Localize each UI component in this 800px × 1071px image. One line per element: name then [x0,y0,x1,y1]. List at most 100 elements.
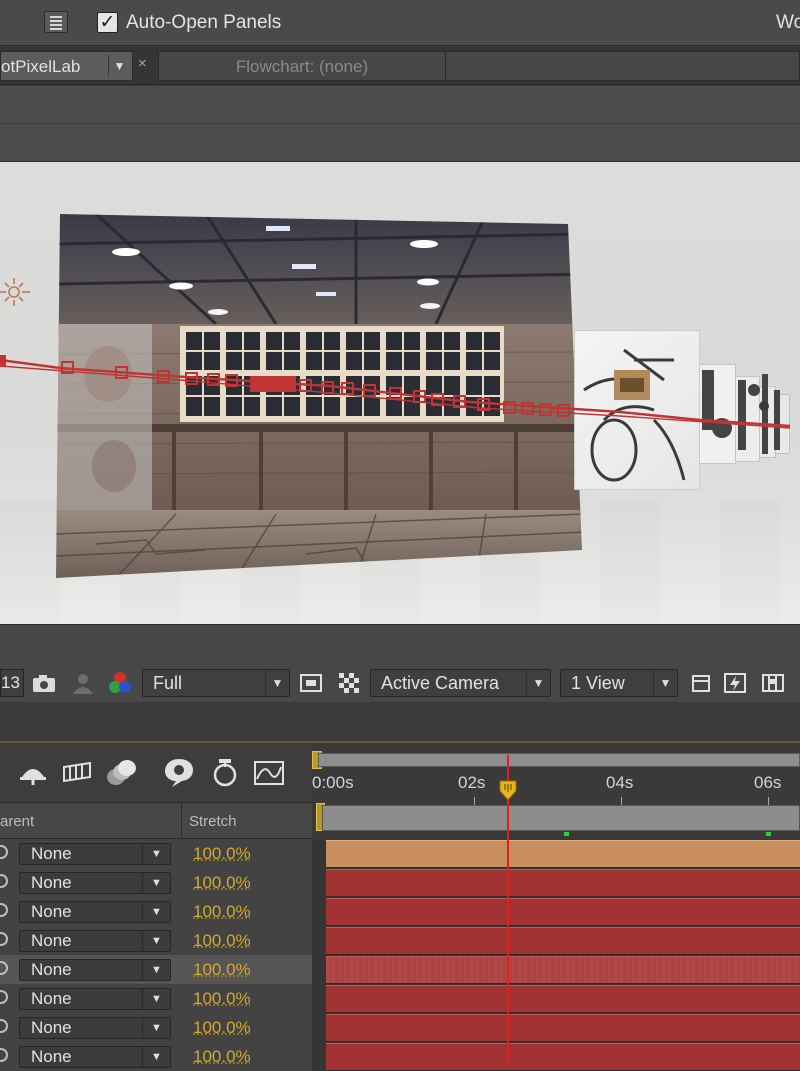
timeline-toggle-icon[interactable] [760,670,786,696]
pick-whip-icon[interactable] [0,874,8,888]
chevron-down-icon: ▼ [142,931,170,951]
chevron-down-icon: ▼ [142,1018,170,1038]
timeline-panel: arent Stretch 0:00s 02s 04s 06s None ▼ 10… [0,745,800,1066]
parent-dropdown[interactable]: None ▼ [19,988,171,1010]
channel-color-icon[interactable] [107,670,133,696]
top-toolbar: ✓ Auto-Open Panels Wo [0,0,800,46]
camera-snapshot-icon[interactable] [31,670,57,696]
layer-row[interactable]: None ▼ 100.0% [0,868,800,897]
show-snapshot-icon[interactable] [70,670,96,696]
row-gap [312,1042,326,1071]
stretch-value[interactable]: 100.0% [193,844,251,864]
pick-whip-icon[interactable] [0,990,8,1004]
auto-open-panels-label[interactable]: Auto-Open Panels [126,12,281,34]
ruler-label: 04s [606,773,633,793]
cache-marker [766,832,771,836]
tab-composition[interactable]: otPixelLab ▼ [0,51,133,81]
work-area-bar[interactable] [318,753,800,767]
camera-view-label: Active Camera [381,673,499,693]
parent-dropdown[interactable]: None ▼ [19,1046,171,1068]
parent-value: None [31,960,72,979]
layer-duration-bar[interactable] [326,956,800,983]
layer-list: None ▼ 100.0% None ▼ 100.0% None ▼ 100.0% [0,839,800,1066]
stretch-value[interactable]: 100.0% [193,1018,251,1038]
chevron-down-icon: ▼ [265,670,289,696]
stretch-value[interactable]: 100.0% [193,960,251,980]
time-ruler[interactable]: 0:00s 02s 04s 06s [312,745,800,839]
brainstorm-icon[interactable] [162,757,196,789]
parent-dropdown[interactable]: None ▼ [19,1017,171,1039]
pick-whip-icon[interactable] [0,845,8,859]
chevron-down-icon[interactable]: ▼ [108,55,130,77]
stretch-value[interactable]: 100.0% [193,1047,251,1067]
layer-duration-bar[interactable] [326,869,800,896]
layer-duration-bar[interactable] [326,1014,800,1041]
layer-row-selected[interactable]: None ▼ 100.0% [0,955,800,984]
parent-dropdown[interactable]: None ▼ [19,930,171,952]
composition-viewport[interactable] [0,162,800,624]
layer-row[interactable]: None ▼ 100.0% [0,1013,800,1042]
chevron-down-icon: ▼ [142,844,170,864]
parent-dropdown[interactable]: None ▼ [19,901,171,923]
hide-shy-layers-icon[interactable] [16,757,50,789]
parent-dropdown[interactable]: None ▼ [19,872,171,894]
fast-previews-icon[interactable] [722,670,748,696]
auto-open-panels-checkbox[interactable]: ✓ [97,12,118,33]
ruler-tick [474,797,475,805]
parent-value: None [31,931,72,950]
cache-marker [564,832,569,836]
view-layout-dropdown[interactable]: 1 View ▼ [560,669,678,697]
parent-column-header[interactable]: arent [0,813,34,830]
graph-editor-icon[interactable] [252,757,286,789]
layer-duration-bar[interactable] [326,927,800,954]
row-gap [312,955,326,984]
row-gap [312,926,326,955]
resolution-label: Full [153,673,182,693]
layer-row[interactable]: None ▼ 100.0% [0,839,800,868]
stretch-value[interactable]: 100.0% [193,873,251,893]
parent-dropdown[interactable]: None ▼ [19,843,171,865]
composition-tab-bar: otPixelLab ▼ × Flowchart: (none) [0,47,800,85]
current-time-indicator-icon[interactable] [498,779,518,801]
toggle-pixel-aspect-icon[interactable] [688,670,714,696]
resolution-dropdown[interactable]: Full ▼ [142,669,290,697]
row-gap [312,897,326,926]
transparency-grid-icon[interactable] [336,670,362,696]
parent-value: None [31,873,72,892]
stretch-value[interactable]: 100.0% [193,989,251,1009]
motion-blur-icon[interactable] [104,757,138,789]
row-gap [312,1013,326,1042]
chevron-down-icon: ▼ [526,670,550,696]
time-navigator-bar[interactable] [322,805,800,831]
layer-duration-bar[interactable] [326,985,800,1012]
pick-whip-icon[interactable] [0,1019,8,1033]
pick-whip-icon[interactable] [0,932,8,946]
camera-view-dropdown[interactable]: Active Camera ▼ [370,669,551,697]
flowchart-field[interactable]: Flowchart: (none) [158,51,446,81]
layer-row[interactable]: None ▼ 100.0% [0,897,800,926]
pick-whip-icon[interactable] [0,1048,8,1062]
auto-keyframe-icon[interactable] [208,757,242,789]
pick-whip-icon[interactable] [0,961,8,975]
stretch-column-header[interactable]: Stretch [189,813,237,830]
layer-columns-header: arent Stretch [0,803,312,839]
stretch-value[interactable]: 100.0% [193,902,251,922]
view-layout-label: 1 View [571,673,625,693]
magnification-field[interactable]: 13 [0,669,24,697]
current-time-indicator-line[interactable] [507,755,509,1066]
layer-row[interactable]: None ▼ 100.0% [0,1042,800,1071]
column-divider[interactable] [181,803,182,839]
frame-blending-icon[interactable] [60,757,94,789]
region-of-interest-icon[interactable] [298,670,324,696]
layer-row[interactable]: None ▼ 100.0% [0,926,800,955]
parent-dropdown[interactable]: None ▼ [19,959,171,981]
stretch-value[interactable]: 100.0% [193,931,251,951]
layer-duration-bar[interactable] [326,898,800,925]
pick-whip-icon[interactable] [0,903,8,917]
camera-motion-path[interactable] [0,162,800,624]
workspace-label[interactable]: Wo [776,12,800,34]
layer-duration-bar[interactable] [326,840,800,867]
panel-menu-icon[interactable] [44,11,68,33]
layer-row[interactable]: None ▼ 100.0% [0,984,800,1013]
close-icon[interactable]: × [138,55,147,72]
